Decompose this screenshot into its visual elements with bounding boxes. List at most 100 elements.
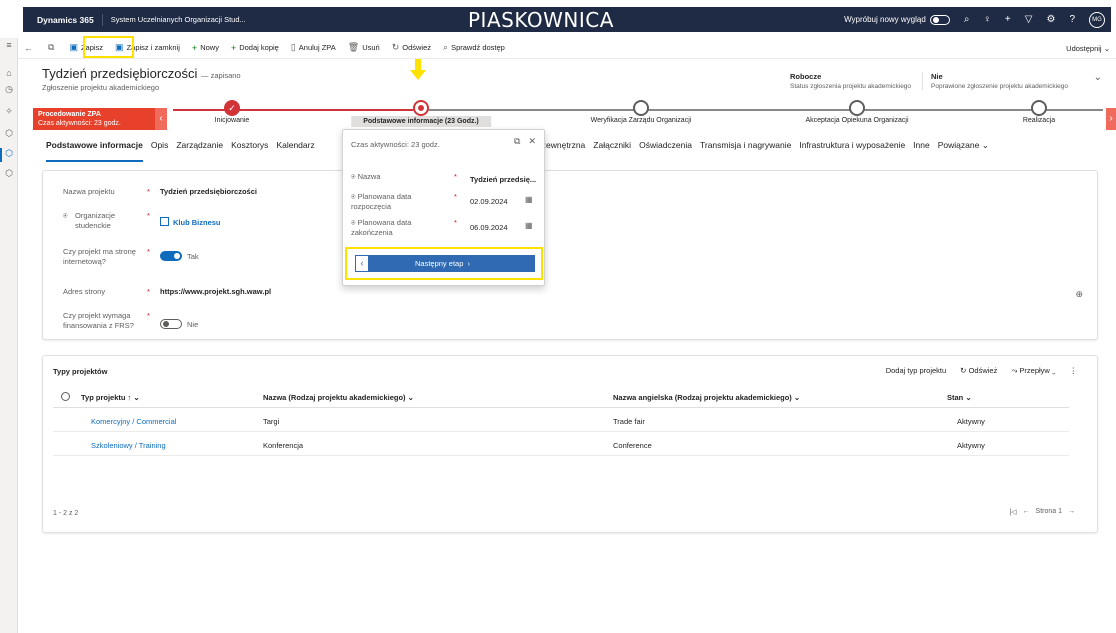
globe-icon[interactable]: ⊕ (1075, 289, 1083, 300)
back-button[interactable]: ← (18, 37, 42, 59)
column-header-name-en[interactable]: Nazwa angielska (Rodzaj projektu akademi… (613, 393, 800, 402)
cancel-zpa-label: Anuluj ZPA (298, 43, 336, 52)
row-type-link[interactable]: Szkoleniowy / Training (91, 441, 166, 450)
required-marker: * (454, 172, 457, 181)
stage-pending-icon[interactable] (1031, 100, 1047, 116)
gear-icon[interactable]: ⚙ (1046, 14, 1055, 25)
pin-icon[interactable]: ✧ (4, 106, 14, 117)
process-name-panel[interactable]: Procedowanie ZPA Czas aktywności: 23 god… (33, 108, 155, 130)
first-page-icon[interactable]: |◁ (1009, 508, 1016, 516)
row-type-link[interactable]: Komercyjny / Commercial (91, 417, 176, 426)
tab-infrastructure[interactable]: Infrastruktura i wyposażenie (795, 140, 909, 158)
field-label: Planowana data zakończenia (351, 218, 412, 237)
field-label: Adres strony (63, 287, 106, 296)
refresh-label: Odśwież (968, 366, 998, 375)
column-header-type[interactable]: Typ projektu ↑ ⌄ (81, 393, 140, 402)
row-name: Targi (263, 417, 280, 426)
stage-label-supervisor-approval[interactable]: Akceptacja Opiekuna Organizacji (805, 117, 908, 124)
lock-icon: ⍟ (351, 218, 356, 227)
close-icon[interactable]: ✕ (528, 136, 536, 147)
stage-label-realization[interactable]: Realizacja (1023, 117, 1055, 124)
stage-current-icon[interactable] (413, 100, 429, 116)
tab-management[interactable]: Zarządzanie (172, 140, 227, 158)
app-environment-name[interactable]: System Uczelnianych Organizacji Stud... (103, 15, 383, 24)
hamburger-icon[interactable]: ≡ (4, 40, 14, 50)
cancel-zpa-button[interactable]: ▯ Anuluj ZPA (285, 37, 342, 59)
table-row[interactable]: Szkoleniowy / Training Konferencja Confe… (53, 436, 1069, 456)
chevron-down-icon[interactable]: ⌄ (1094, 72, 1102, 83)
calendar-icon[interactable]: ▦ (525, 221, 533, 230)
entity-active-icon[interactable]: ⬡ (4, 148, 14, 159)
stage-done-icon[interactable]: ✓ (224, 100, 240, 116)
try-new-look-toggle[interactable]: Wypróbuj nowy wygląd (844, 14, 950, 25)
header-field-label: Status zgłoszenia projektu akademickiego (790, 83, 912, 90)
stage-label-board-verification[interactable]: Weryfikacja Zarządu Organizacji (591, 117, 692, 124)
stage-pending-icon[interactable] (849, 100, 865, 116)
home-icon[interactable]: ⌂ (4, 68, 14, 78)
website-input[interactable]: https://www.projekt.sgh.waw.pl (160, 287, 271, 296)
project-name-input[interactable]: Tydzień przedsiębiorczości (160, 187, 257, 196)
entity-icon[interactable]: ⬡ (4, 128, 14, 139)
more-icon[interactable]: ⋮ (1070, 366, 1078, 376)
tab-statements[interactable]: Oświadczenia (635, 140, 696, 158)
flyout-name-input[interactable]: Tydzień przedsię... (470, 175, 536, 184)
process-name: Procedowanie ZPA (38, 111, 101, 118)
tab-attachments[interactable]: Załączniki (589, 140, 635, 158)
tab-other[interactable]: Inne (909, 140, 934, 158)
flow-button[interactable]: ⤳ Przepływ ⌄ (1011, 366, 1055, 376)
new-button[interactable]: + Nowy (186, 37, 225, 59)
tab-calendar[interactable]: Kalendarz (272, 140, 318, 158)
add-project-type-button[interactable]: Dodaj typ projektu (886, 366, 946, 376)
plus-icon[interactable]: + (1005, 14, 1011, 25)
top-bar: Dynamics 365 System Uczelnianych Organiz… (23, 7, 1111, 32)
avatar[interactable]: MG (1089, 11, 1105, 28)
filter-icon[interactable]: ▽ (1025, 14, 1033, 25)
process-active-time: Czas aktywności: 23 godz. (38, 120, 121, 127)
dock-icon[interactable]: ⧉ (514, 136, 520, 147)
help-icon[interactable]: ? (1069, 14, 1075, 25)
tab-budget[interactable]: Kosztorys (227, 140, 272, 158)
stage-label-basic-info[interactable]: Podstawowe informacje (23 Godz.) (351, 116, 491, 127)
select-all-radio[interactable] (61, 392, 70, 401)
refresh-button[interactable]: ↻ Odśwież (386, 37, 437, 59)
entity-icon[interactable]: ⬡ (4, 168, 14, 179)
column-header-name[interactable]: Nazwa (Rodzaj projektu akademickiego) ⌄ (263, 393, 414, 402)
share-button[interactable]: Udostępnij ⌄ (1066, 37, 1110, 59)
stage-pending-icon[interactable] (633, 100, 649, 116)
stage-label-initiation[interactable]: Inicjowanie (215, 117, 250, 124)
calendar-icon[interactable]: ▦ (525, 195, 533, 204)
business-process-flow: Procedowanie ZPA Czas aktywności: 23 god… (33, 100, 1116, 130)
tab-related[interactable]: Powiązane ⌄ (934, 140, 993, 158)
check-access-button[interactable]: ⌕ Sprawdź dostęp (437, 37, 511, 59)
flyout-end-date-input[interactable]: 06.09.2024 (470, 223, 508, 232)
organization-lookup[interactable]: Klub Biznesu (160, 217, 221, 227)
header-field-value: Nie (931, 72, 943, 81)
app-brand[interactable]: Dynamics 365 (23, 13, 103, 26)
chevron-down-icon: ⌄ (1103, 43, 1110, 53)
delete-button[interactable]: 🗑 Usuń (342, 37, 386, 59)
tab-broadcast[interactable]: Transmisja i nagrywanie (696, 140, 795, 158)
bpf-next-button[interactable]: › (1106, 108, 1116, 130)
chevron-right-icon: › (467, 259, 471, 268)
frs-toggle[interactable]: Nie (160, 319, 198, 329)
next-page-icon[interactable]: → (1068, 508, 1075, 516)
previous-page-icon[interactable]: ← (1023, 508, 1030, 516)
tab-basic-info[interactable]: Podstawowe informacje (42, 140, 147, 162)
popout-button[interactable]: ⧉ (42, 37, 63, 59)
record-title: Tydzień przedsiębiorczości (42, 66, 198, 81)
chevron-down-icon: ⌄ (1051, 366, 1056, 375)
bpf-previous-button[interactable]: ‹ (155, 108, 167, 130)
recent-icon[interactable]: ◷ (4, 84, 14, 95)
table-row[interactable]: Komercyjny / Commercial Targi Trade fair… (53, 412, 1069, 432)
lightbulb-icon[interactable]: ♀ (983, 14, 991, 25)
website-toggle[interactable]: Tak (160, 251, 199, 261)
column-header-state[interactable]: Stan ⌄ (947, 393, 972, 402)
tab-description[interactable]: Opis (147, 140, 172, 158)
row-state: Aktywny (957, 441, 985, 450)
next-stage-button[interactable]: ‹ Następny etap › (355, 255, 535, 272)
subgrid-refresh-button[interactable]: ↻ Odśwież (960, 366, 997, 376)
add-copy-button[interactable]: + Dodaj kopię (225, 37, 285, 59)
flyout-start-date-input[interactable]: 02.09.2024 (470, 197, 508, 206)
previous-stage-button[interactable]: ‹ (355, 255, 369, 272)
search-icon[interactable]: ⌕ (964, 14, 970, 25)
